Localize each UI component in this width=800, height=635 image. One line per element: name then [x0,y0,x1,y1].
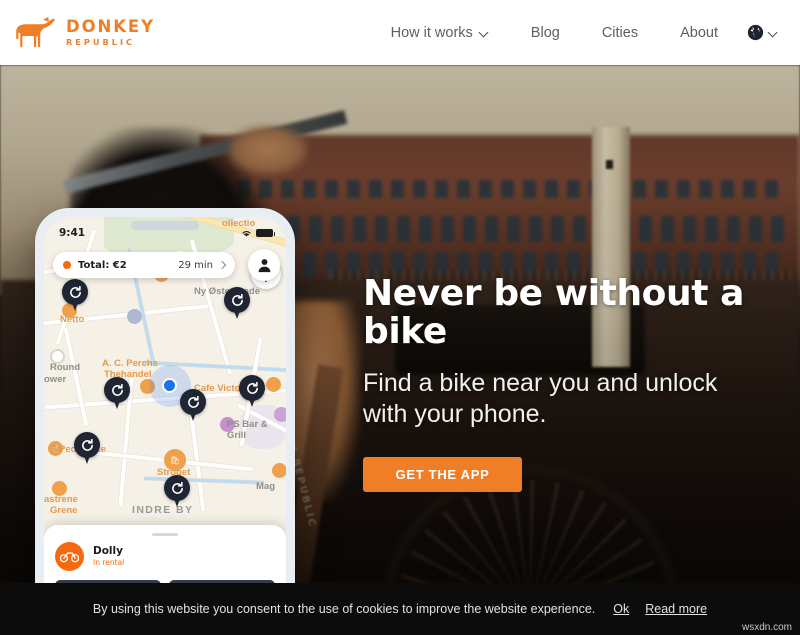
poi-venue-icon [274,407,286,422]
hero-title: Never be without a bike [363,273,745,352]
nav-label: Blog [530,24,560,41]
map-label: Grene [50,505,78,516]
nav-item-how-it-works[interactable]: How it works [370,25,510,41]
status-time: 9:41 [59,227,86,239]
hero-subtitle-line1: Find a bike near you and unlock [363,368,718,397]
map-label: astrene [44,494,78,505]
nav-label: How it works [390,24,473,41]
trip-duration: 29 min [178,259,213,271]
map-label: Mag [256,481,275,492]
bicycle-icon [55,542,84,571]
map-label: Grill [227,430,247,441]
bike-name: Dolly [93,545,123,558]
brand-name: DONKEY [66,16,155,36]
brand-logo[interactable]: DONKEY REPUBLIC [13,16,155,49]
bike-reload-icon [187,395,199,408]
bike-reload-icon [171,481,183,494]
person-icon [258,258,270,272]
donkey-icon [16,16,56,47]
hero-copy: Never be without a bike Find a bike near… [363,275,793,492]
bike-pin[interactable] [104,377,130,409]
map-label: Netto [60,314,85,325]
map-label: PS Bar & [227,419,268,430]
hero-section: DONKEY REPUBLIC Never be without a bike … [0,65,800,635]
phone-screen: 🍴 🍴 🛍 [44,217,286,635]
chevron-down-icon [769,28,778,37]
nav-label: About [680,24,718,41]
page-root: DONKEY REPUBLIC How it works Blog Cities… [0,0,800,635]
bike-pin[interactable] [239,375,265,407]
cookie-consent-bar: By using this website you consent to the… [0,583,800,635]
sheet-grabber[interactable] [152,533,178,536]
map-label: Round [50,362,81,373]
get-the-app-button[interactable]: GET THE APP [363,456,522,492]
phone-notch [131,221,199,230]
language-selector[interactable] [739,24,782,41]
brand-subname: REPUBLIC [66,37,136,48]
poi-cafe2-icon [266,377,281,392]
watermark: wsxdn.com [741,622,792,633]
bike-reload-icon [111,383,123,396]
bike-status-badge: In rental [93,558,125,568]
bike-reload-icon [246,381,258,394]
trip-summary-bar[interactable]: Total: €2 29 min [53,252,235,278]
bike-pin[interactable] [62,279,88,311]
chevron-down-icon [480,28,489,37]
bike-reload-icon [231,293,243,306]
wifi-icon [242,230,251,237]
cookie-read-more-link[interactable]: Read more [645,602,707,616]
site-header: DONKEY REPUBLIC How it works Blog Cities… [0,0,800,65]
bike-info: Dolly In rental [55,542,275,571]
bike-pin[interactable] [74,432,100,464]
main-nav: How it works Blog Cities About [370,0,782,65]
nav-item-about[interactable]: About [659,25,739,41]
bike-pin[interactable] [180,389,206,421]
hero-subtitle: Find a bike near you and unlock with you… [363,368,793,431]
nav-item-cities[interactable]: Cities [581,25,659,41]
profile-button[interactable] [248,249,280,281]
trip-total: Total: €2 [78,259,127,271]
bike-reload-icon [81,438,93,451]
poi-generic-icon [127,309,142,324]
hero-subtitle-line2: with your phone. [363,400,547,429]
phone-mockup: 🍴 🍴 🛍 [35,208,295,635]
nav-item-blog[interactable]: Blog [510,25,581,41]
cookie-ok-button[interactable]: Ok [613,602,629,616]
poi-store2-icon [272,463,286,478]
globe-icon [747,24,764,41]
chevron-right-icon [217,260,227,270]
bike-reload-icon [69,285,81,298]
cookie-message: By using this website you consent to the… [92,602,596,616]
nav-label: Cities [601,24,639,41]
battery-icon [256,229,275,237]
status-dot-icon [63,261,71,269]
bike-pin[interactable] [224,287,250,319]
bike-pin[interactable] [164,475,190,507]
map-label: ower [44,374,67,385]
